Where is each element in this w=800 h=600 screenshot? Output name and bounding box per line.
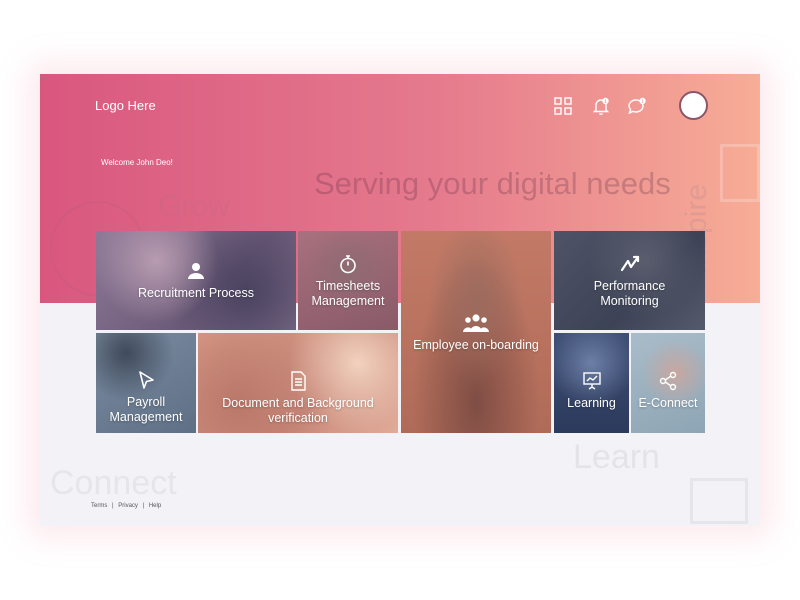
privacy-link[interactable]: Privacy (118, 503, 138, 509)
tile-learning[interactable]: Learning (554, 333, 629, 433)
tile-e-connect[interactable]: E-Connect (631, 333, 705, 433)
tile-recruitment-process[interactable]: Recruitment Process (96, 231, 296, 330)
terms-link[interactable]: Terms (91, 503, 107, 509)
cursor-icon (135, 369, 157, 391)
headline: Serving your digital needs (314, 166, 671, 201)
presentation-icon (581, 370, 603, 392)
help-link[interactable]: Help (149, 503, 161, 509)
notification-bell-icon[interactable]: 1 (591, 96, 611, 116)
tile-payroll-management[interactable]: Payroll Management (96, 333, 196, 433)
tile-label: Performance Monitoring (593, 278, 666, 308)
apps-grid-icon[interactable] (553, 96, 573, 116)
welcome-message: Welcome John Deo! (101, 158, 173, 167)
tile-label: Payroll Management (109, 395, 183, 424)
tile-label: Timesheets Management (311, 278, 385, 308)
bg-word-learn: Learn (573, 438, 660, 476)
team-icon (462, 312, 490, 334)
dashboard-window: Grow Inspire Connect Learn Serving your … (40, 74, 760, 526)
bg-square-shape (720, 144, 760, 202)
document-icon (287, 370, 309, 392)
chat-bubble-icon[interactable]: 1 (627, 96, 647, 116)
tile-performance-monitoring[interactable]: Performance Monitoring (554, 231, 705, 330)
logo[interactable]: Logo Here (95, 98, 156, 113)
tile-employee-onboarding[interactable]: Employee on-boarding (401, 231, 551, 433)
avatar[interactable] (679, 91, 708, 120)
share-icon (657, 370, 679, 392)
stage: Grow Inspire Connect Learn Serving your … (0, 0, 800, 600)
footer-links: Terms | Privacy | Help (91, 503, 164, 509)
footer-separator: | (112, 503, 114, 509)
trend-icon (619, 253, 641, 275)
bg-word-grow: Grow (158, 190, 230, 223)
tile-label: Recruitment Process (137, 286, 254, 300)
tile-label: Employee on-boarding (413, 337, 539, 352)
footer-separator: | (142, 503, 145, 509)
tile-label: Document and Background verification (222, 396, 374, 425)
stopwatch-icon (337, 253, 359, 275)
tile-timesheets-management[interactable]: Timesheets Management (298, 231, 398, 330)
user-icon (185, 260, 207, 282)
bg-square-shape (690, 478, 748, 524)
tile-label: Learning (567, 396, 616, 410)
bg-word-connect: Connect (50, 464, 177, 502)
tile-label: E-Connect (638, 396, 698, 410)
tile-document-background-verification[interactable]: Document and Background verification (198, 333, 398, 433)
